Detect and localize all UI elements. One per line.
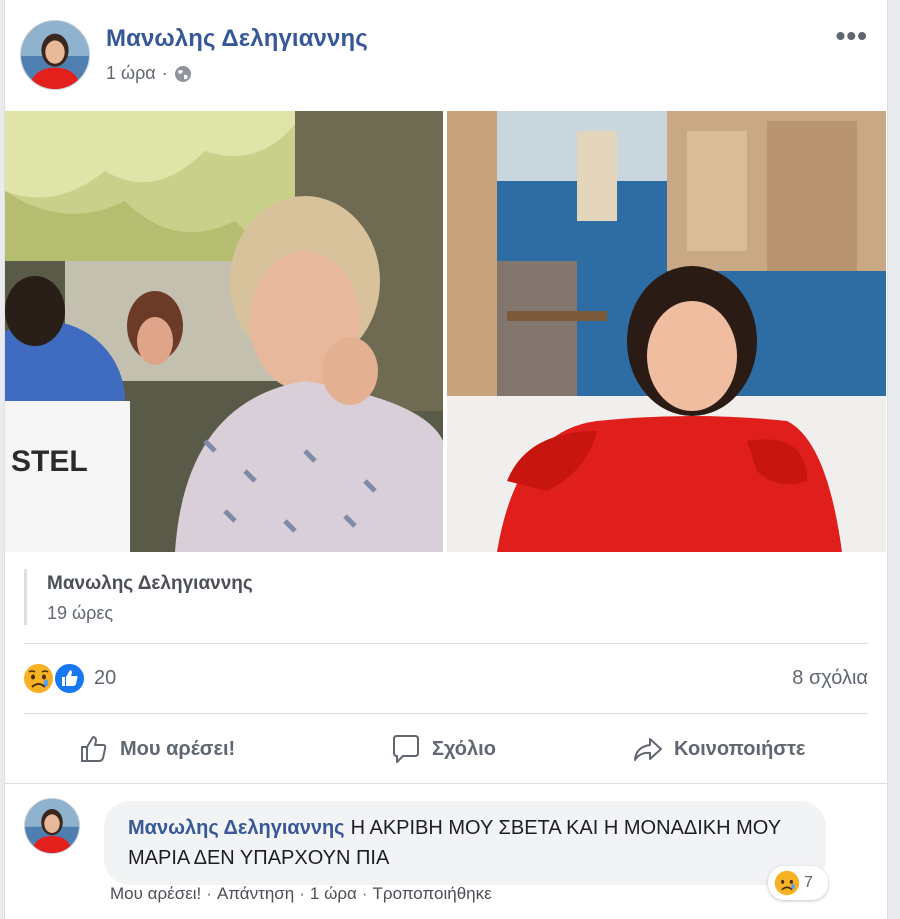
reaction-icons[interactable] <box>22 662 88 696</box>
shared-author[interactable]: Μανωλης Δεληγιαννης <box>47 573 864 595</box>
shared-time[interactable]: 19 ώρες <box>47 603 864 624</box>
divider <box>4 783 888 784</box>
meta-separator: · <box>161 63 168 83</box>
share-label: Κοινοποιήστε <box>674 737 806 760</box>
post-meta: 1 ώρα · <box>106 63 192 84</box>
reaction-count[interactable]: 20 <box>94 667 116 690</box>
comment-time[interactable]: 1 ώρα <box>310 884 357 904</box>
photo-right[interactable] <box>447 111 886 552</box>
meta-separator: · <box>299 884 305 903</box>
comment-count[interactable]: 8 σχόλια <box>792 667 868 690</box>
comment-author[interactable]: Μανωλης Δεληγιαννης <box>128 817 345 839</box>
post-header: Μανωλης Δεληγιαννης 1 ώρα · ••• <box>20 18 870 92</box>
comment-like-link[interactable]: Μου αρέσει! <box>110 884 201 904</box>
thumbs-up-icon <box>81 736 107 762</box>
comment-edited-label[interactable]: Τροποποιήθηκε <box>373 884 492 904</box>
like-label: Μου αρέσει! <box>120 737 236 760</box>
comment-reactions[interactable]: 7 <box>768 866 828 900</box>
comment-label: Σχόλιο <box>432 737 496 760</box>
comment-reply-link[interactable]: Απάντηση <box>217 884 294 904</box>
action-bar: Μου αρέσει! Σχόλιο Κοινοποιήστε <box>26 725 866 773</box>
meta-separator: · <box>361 884 368 903</box>
comment-button[interactable]: Σχόλιο <box>390 725 496 773</box>
sad-reaction-icon <box>774 870 800 896</box>
post-time[interactable]: 1 ώρα <box>106 63 156 84</box>
divider <box>24 713 868 714</box>
more-options-button[interactable]: ••• <box>836 22 868 50</box>
like-reaction-icon <box>53 662 86 695</box>
comment-meta: Μου αρέσει! · Απάντηση · 1 ώρα · Τροποπο… <box>110 884 492 904</box>
page-background <box>888 0 900 919</box>
post-author[interactable]: Μανωλης Δεληγιαννης <box>106 25 368 53</box>
comment-bubble: Μανωλης Δεληγιαννης Η ΑΚΡΙΒΗ ΜΟΥ ΣΒΕΤΑ ΚΑ… <box>104 801 826 885</box>
comment-icon <box>393 735 419 763</box>
share-button[interactable]: Κοινοποιήστε <box>632 725 805 773</box>
photo-left[interactable]: STEL <box>5 111 443 552</box>
sad-reaction-icon <box>22 662 55 695</box>
like-button[interactable]: Μου αρέσει! <box>78 725 235 773</box>
shared-attribution: Μανωλης Δεληγιαννης 19 ώρες <box>24 569 864 625</box>
author-avatar[interactable] <box>20 20 90 90</box>
globe-icon[interactable] <box>174 65 192 83</box>
commenter-avatar[interactable] <box>24 798 80 854</box>
comment: Μανωλης Δεληγιαννης Η ΑΚΡΙΒΗ ΜΟΥ ΣΒΕΤΑ ΚΑ… <box>24 798 864 919</box>
reactions-bar: 20 8 σχόλια <box>22 660 868 698</box>
svg-text:STEL: STEL <box>11 445 88 478</box>
meta-separator: · <box>206 884 212 903</box>
divider <box>24 643 868 644</box>
share-icon <box>634 738 662 761</box>
comment-reaction-count: 7 <box>804 874 813 891</box>
